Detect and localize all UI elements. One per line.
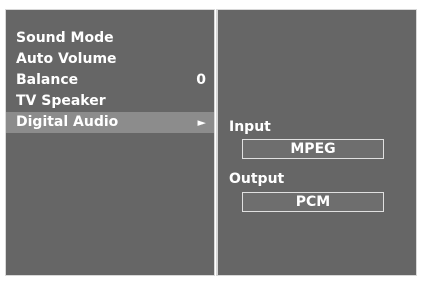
menu-item-balance[interactable]: Balance 0 — [6, 70, 214, 91]
balance-value: 0 — [196, 72, 206, 88]
audio-menu-list: Sound Mode Auto Volume Balance 0 TV Spea… — [6, 28, 214, 133]
submenu-arrow-icon: ► — [197, 116, 206, 129]
output-option-box[interactable]: PCM — [242, 192, 384, 212]
menu-item-label: Sound Mode — [16, 30, 114, 46]
menu-item-label: TV Speaker — [16, 93, 106, 109]
menu-item-label: Balance — [16, 72, 79, 88]
menu-item-tv-speaker[interactable]: TV Speaker — [6, 91, 214, 112]
audio-settings-screen: Sound Mode Auto Volume Balance 0 TV Spea… — [0, 0, 424, 283]
output-label: Output — [229, 171, 285, 187]
menu-item-label: Auto Volume — [16, 51, 117, 67]
menu-item-auto-volume[interactable]: Auto Volume — [6, 49, 214, 70]
digital-audio-submenu-panel: Input MPEG Output PCM — [216, 9, 417, 276]
menu-item-sound-mode[interactable]: Sound Mode — [6, 28, 214, 49]
input-label: Input — [229, 119, 271, 135]
audio-menu-panel: Sound Mode Auto Volume Balance 0 TV Spea… — [5, 9, 215, 276]
menu-item-digital-audio[interactable]: Digital Audio ► — [6, 112, 214, 133]
input-option-box[interactable]: MPEG — [242, 139, 384, 159]
menu-item-label: Digital Audio — [16, 114, 119, 130]
